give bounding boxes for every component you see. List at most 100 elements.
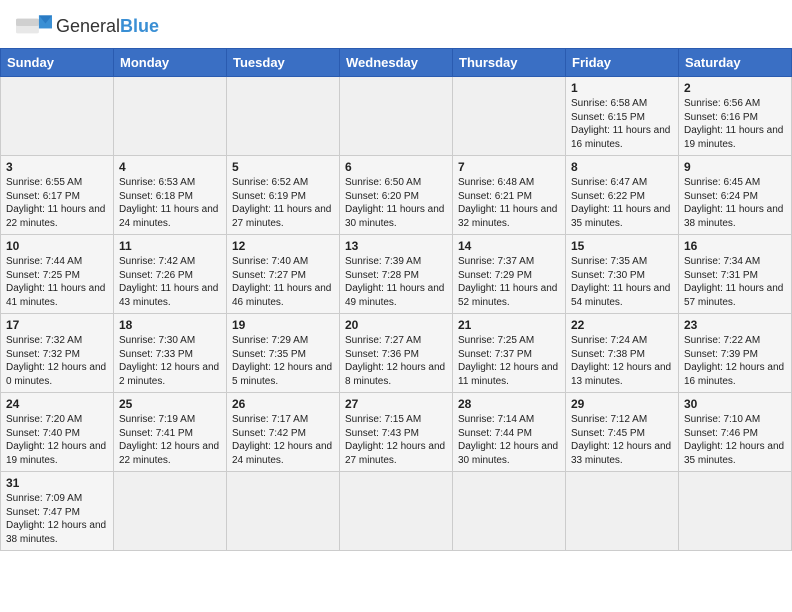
- day-number: 31: [6, 476, 108, 490]
- day-info: Sunrise: 6:58 AMSunset: 6:15 PMDaylight:…: [571, 97, 673, 151]
- calendar-cell: [114, 472, 227, 551]
- calendar-cell: 26 Sunrise: 7:17 AMSunset: 7:42 PMDayligh…: [227, 393, 340, 472]
- calendar-cell: [1, 77, 114, 156]
- day-number: 8: [571, 160, 673, 174]
- calendar-cell: 10 Sunrise: 7:44 AMSunset: 7:25 PMDayligh…: [1, 235, 114, 314]
- calendar-cell: 23 Sunrise: 7:22 AMSunset: 7:39 PMDayligh…: [679, 314, 792, 393]
- calendar-cell: 2Sunrise: 6:56 AMSunset: 6:16 PMDaylight…: [679, 77, 792, 156]
- calendar-cell: 25 Sunrise: 7:19 AMSunset: 7:41 PMDayligh…: [114, 393, 227, 472]
- day-info: Sunrise: 7:14 AMSunset: 7:44 PMDaylight:…: [458, 413, 560, 467]
- header-thursday: Thursday: [453, 49, 566, 77]
- calendar-cell: 11Sunrise: 7:42 AMSunset: 7:26 PMDayligh…: [114, 235, 227, 314]
- calendar-cell: 5 Sunrise: 6:52 AMSunset: 6:19 PMDaylight…: [227, 156, 340, 235]
- day-info: Sunrise: 7:29 AMSunset: 7:35 PMDaylight:…: [232, 334, 334, 388]
- day-info: Sunrise: 7:30 AMSunset: 7:33 PMDaylight:…: [119, 334, 221, 388]
- header-saturday: Saturday: [679, 49, 792, 77]
- day-number: 16: [684, 239, 786, 253]
- calendar-row: 31Sunrise: 7:09 AMSunset: 7:47 PMDayligh…: [1, 472, 792, 551]
- day-number: 27: [345, 397, 447, 411]
- day-info: Sunrise: 6:53 AMSunset: 6:18 PMDaylight:…: [119, 176, 221, 230]
- day-info: Sunrise: 7:15 AMSunset: 7:43 PMDaylight:…: [345, 413, 447, 467]
- day-info: Sunrise: 7:10 AMSunset: 7:46 PMDaylight:…: [684, 413, 786, 467]
- calendar-cell: 22Sunrise: 7:24 AMSunset: 7:38 PMDayligh…: [566, 314, 679, 393]
- header-sunday: Sunday: [1, 49, 114, 77]
- day-number: 21: [458, 318, 560, 332]
- day-info: Sunrise: 7:37 AMSunset: 7:29 PMDaylight:…: [458, 255, 560, 309]
- calendar-cell: 30 Sunrise: 7:10 AMSunset: 7:46 PMDayligh…: [679, 393, 792, 472]
- day-number: 24: [6, 397, 108, 411]
- calendar-cell: 18Sunrise: 7:30 AMSunset: 7:33 PMDayligh…: [114, 314, 227, 393]
- day-number: 1: [571, 81, 673, 95]
- calendar-cell: 4 Sunrise: 6:53 AMSunset: 6:18 PMDaylight…: [114, 156, 227, 235]
- calendar-cell: 31Sunrise: 7:09 AMSunset: 7:47 PMDayligh…: [1, 472, 114, 551]
- calendar-cell: 29 Sunrise: 7:12 AMSunset: 7:45 PMDayligh…: [566, 393, 679, 472]
- day-number: 14: [458, 239, 560, 253]
- calendar-cell: 9 Sunrise: 6:45 AMSunset: 6:24 PMDaylight…: [679, 156, 792, 235]
- day-info: Sunrise: 7:20 AMSunset: 7:40 PMDaylight:…: [6, 413, 108, 467]
- calendar-cell: 20 Sunrise: 7:27 AMSunset: 7:36 PMDayligh…: [340, 314, 453, 393]
- calendar-cell: 8 Sunrise: 6:47 AMSunset: 6:22 PMDaylight…: [566, 156, 679, 235]
- header-tuesday: Tuesday: [227, 49, 340, 77]
- calendar-cell: 12 Sunrise: 7:40 AMSunset: 7:27 PMDayligh…: [227, 235, 340, 314]
- day-number: 25: [119, 397, 221, 411]
- calendar-cell: [227, 77, 340, 156]
- day-info: Sunrise: 7:27 AMSunset: 7:36 PMDaylight:…: [345, 334, 447, 388]
- logo: GeneralBlue: [16, 12, 159, 40]
- day-info: Sunrise: 6:47 AMSunset: 6:22 PMDaylight:…: [571, 176, 673, 230]
- day-number: 9: [684, 160, 786, 174]
- calendar-cell: 21 Sunrise: 7:25 AMSunset: 7:37 PMDayligh…: [453, 314, 566, 393]
- header: GeneralBlue: [0, 0, 792, 48]
- day-info: Sunrise: 7:44 AMSunset: 7:25 PMDaylight:…: [6, 255, 108, 309]
- day-number: 30: [684, 397, 786, 411]
- day-number: 28: [458, 397, 560, 411]
- calendar-cell: [566, 472, 679, 551]
- calendar-cell: [340, 77, 453, 156]
- day-number: 2: [684, 81, 786, 95]
- day-number: 6: [345, 160, 447, 174]
- day-info: Sunrise: 6:55 AMSunset: 6:17 PMDaylight:…: [6, 176, 108, 230]
- day-info: Sunrise: 7:12 AMSunset: 7:45 PMDaylight:…: [571, 413, 673, 467]
- day-number: 17: [6, 318, 108, 332]
- calendar-cell: [679, 472, 792, 551]
- logo-text: GeneralBlue: [56, 16, 159, 37]
- calendar-cell: 3 Sunrise: 6:55 AMSunset: 6:17 PMDaylight…: [1, 156, 114, 235]
- day-info: Sunrise: 7:34 AMSunset: 7:31 PMDaylight:…: [684, 255, 786, 309]
- calendar-cell: [227, 472, 340, 551]
- calendar-cell: 15Sunrise: 7:35 AMSunset: 7:30 PMDayligh…: [566, 235, 679, 314]
- logo-icon: [16, 12, 52, 40]
- calendar-cell: [453, 77, 566, 156]
- day-number: 20: [345, 318, 447, 332]
- day-number: 5: [232, 160, 334, 174]
- day-info: Sunrise: 7:42 AMSunset: 7:26 PMDaylight:…: [119, 255, 221, 309]
- day-info: Sunrise: 7:40 AMSunset: 7:27 PMDaylight:…: [232, 255, 334, 309]
- calendar-cell: 24 Sunrise: 7:20 AMSunset: 7:40 PMDayligh…: [1, 393, 114, 472]
- day-number: 29: [571, 397, 673, 411]
- calendar-cell: [114, 77, 227, 156]
- day-number: 26: [232, 397, 334, 411]
- calendar-cell: 27 Sunrise: 7:15 AMSunset: 7:43 PMDayligh…: [340, 393, 453, 472]
- day-info: Sunrise: 7:17 AMSunset: 7:42 PMDaylight:…: [232, 413, 334, 467]
- calendar-cell: 16 Sunrise: 7:34 AMSunset: 7:31 PMDayligh…: [679, 235, 792, 314]
- day-info: Sunrise: 6:48 AMSunset: 6:21 PMDaylight:…: [458, 176, 560, 230]
- day-number: 10: [6, 239, 108, 253]
- calendar-cell: [453, 472, 566, 551]
- day-number: 22: [571, 318, 673, 332]
- calendar-table: Sunday Monday Tuesday Wednesday Thursday…: [0, 48, 792, 551]
- day-info: Sunrise: 6:45 AMSunset: 6:24 PMDaylight:…: [684, 176, 786, 230]
- day-number: 15: [571, 239, 673, 253]
- calendar-cell: 7Sunrise: 6:48 AMSunset: 6:21 PMDaylight…: [453, 156, 566, 235]
- day-number: 4: [119, 160, 221, 174]
- calendar-cell: 28 Sunrise: 7:14 AMSunset: 7:44 PMDayligh…: [453, 393, 566, 472]
- day-info: Sunrise: 7:19 AMSunset: 7:41 PMDaylight:…: [119, 413, 221, 467]
- day-number: 3: [6, 160, 108, 174]
- day-info: Sunrise: 7:25 AMSunset: 7:37 PMDaylight:…: [458, 334, 560, 388]
- day-number: 13: [345, 239, 447, 253]
- day-number: 23: [684, 318, 786, 332]
- day-info: Sunrise: 6:52 AMSunset: 6:19 PMDaylight:…: [232, 176, 334, 230]
- calendar-row: 10 Sunrise: 7:44 AMSunset: 7:25 PMDayligh…: [1, 235, 792, 314]
- day-info: Sunrise: 7:32 AMSunset: 7:32 PMDaylight:…: [6, 334, 108, 388]
- day-info: Sunrise: 7:22 AMSunset: 7:39 PMDaylight:…: [684, 334, 786, 388]
- calendar-cell: [340, 472, 453, 551]
- day-number: 12: [232, 239, 334, 253]
- weekday-header-row: Sunday Monday Tuesday Wednesday Thursday…: [1, 49, 792, 77]
